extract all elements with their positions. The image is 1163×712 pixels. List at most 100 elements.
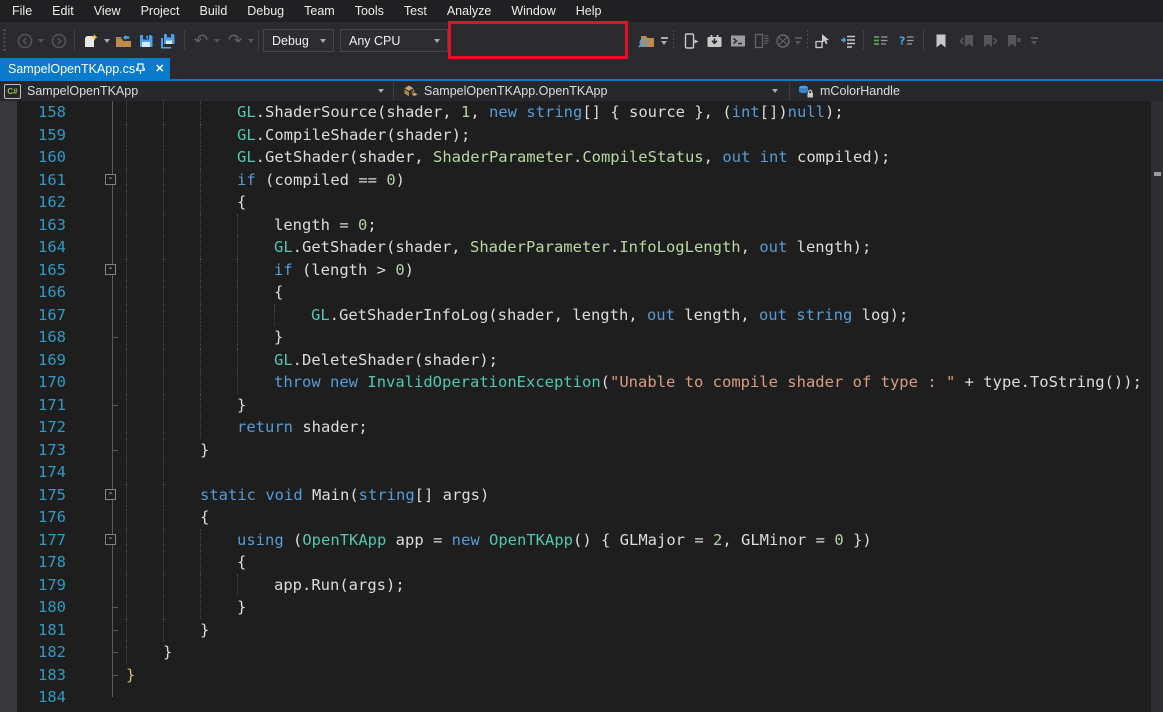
- navigate-backward-dropdown[interactable]: [36, 32, 46, 50]
- uncomment-lines-button[interactable]: ?: [897, 32, 915, 50]
- indent-guide: [126, 326, 128, 349]
- undo-dropdown[interactable]: [212, 32, 222, 50]
- line-number: 159: [18, 124, 66, 147]
- code-line-167[interactable]: 167GL.GetShaderInfoLog(shader, length, o…: [0, 304, 1151, 327]
- fold-toggle[interactable]: -: [105, 264, 116, 275]
- toolbar-overflow-dropdown[interactable]: [1029, 32, 1039, 50]
- code-line-159[interactable]: 159GL.CompileShader(shader);: [0, 124, 1151, 147]
- toolbar-overflow-dropdown[interactable]: [793, 32, 803, 50]
- redo-button[interactable]: ↷: [226, 32, 244, 50]
- code-line-161[interactable]: 161-if (compiled == 0): [0, 169, 1151, 192]
- code-line-170[interactable]: 170throw new InvalidOperationException("…: [0, 371, 1151, 394]
- fold-toggle[interactable]: -: [105, 534, 116, 545]
- type-dropdown[interactable]: SampelOpenTKApp.OpenTKApp: [397, 81, 787, 101]
- find-in-files-button[interactable]: [637, 32, 655, 50]
- menu-item-help[interactable]: Help: [566, 0, 612, 22]
- code-line-184[interactable]: 184: [0, 686, 1151, 709]
- toolbar-separator: [74, 30, 75, 50]
- save-all-button[interactable]: [159, 32, 177, 50]
- chevron-down-icon: [378, 89, 384, 93]
- code-line-158[interactable]: 158GL.ShaderSource(shader, 1, new string…: [0, 101, 1151, 124]
- menu-item-test[interactable]: Test: [394, 0, 437, 22]
- menu-item-view[interactable]: View: [84, 0, 131, 22]
- indent-guide: [126, 439, 128, 462]
- code-line-178[interactable]: 178{: [0, 551, 1151, 574]
- menu-item-edit[interactable]: Edit: [42, 0, 84, 22]
- navigate-forward-button[interactable]: [50, 32, 68, 50]
- solution-configuration-dropdown[interactable]: Debug: [263, 29, 334, 52]
- fold-toggle[interactable]: -: [105, 489, 116, 500]
- web-simulator-button[interactable]: [774, 32, 792, 50]
- indent-guide: [163, 551, 165, 574]
- menu-item-project[interactable]: Project: [131, 0, 190, 22]
- code-text: GL.GetShaderInfoLog(shader, length, out …: [311, 304, 908, 327]
- code-line-175[interactable]: 175-static void Main(string[] args): [0, 484, 1151, 507]
- toggle-bookmark-button[interactable]: [932, 32, 950, 50]
- menu-item-debug[interactable]: Debug: [237, 0, 294, 22]
- close-icon[interactable]: ✕: [155, 62, 164, 75]
- code-line-181[interactable]: 181}: [0, 619, 1151, 642]
- solution-platform-value: Any CPU: [341, 34, 434, 48]
- format-indent-button[interactable]: [839, 32, 857, 50]
- web-simulator-icon: [775, 33, 791, 49]
- code-line-165[interactable]: 165-if (length > 0): [0, 259, 1151, 282]
- indent-guide: [126, 394, 128, 417]
- device-log-button[interactable]: [752, 32, 770, 50]
- menu-item-build[interactable]: Build: [189, 0, 237, 22]
- code-line-172[interactable]: 172return shader;: [0, 416, 1151, 439]
- sdb-terminal-button[interactable]: [729, 32, 747, 50]
- inspect-element-button[interactable]: [814, 32, 832, 50]
- code-line-163[interactable]: 163length = 0;: [0, 214, 1151, 237]
- comment-lines-button[interactable]: [871, 32, 889, 50]
- line-number: 173: [18, 439, 66, 462]
- code-line-179[interactable]: 179app.Run(args);: [0, 574, 1151, 597]
- code-line-166[interactable]: 166{: [0, 281, 1151, 304]
- open-file-button[interactable]: [114, 32, 132, 50]
- navigate-backward-button[interactable]: [16, 32, 34, 50]
- indent-guide: [200, 394, 202, 417]
- code-line-176[interactable]: 176{: [0, 506, 1151, 529]
- member-dropdown[interactable]: mColorHandle: [793, 81, 1163, 101]
- clear-bookmarks-button[interactable]: [1005, 32, 1023, 50]
- toolbar-grip[interactable]: [3, 29, 6, 51]
- code-line-171[interactable]: 171}: [0, 394, 1151, 417]
- code-editor[interactable]: 158GL.ShaderSource(shader, 1, new string…: [0, 101, 1163, 712]
- code-line-182[interactable]: 182}: [0, 641, 1151, 664]
- indent-guide: [126, 574, 128, 597]
- emulator-manager-button[interactable]: [705, 32, 723, 50]
- indent-guide: [163, 281, 165, 304]
- previous-bookmark-button[interactable]: [957, 32, 975, 50]
- redo-dropdown[interactable]: [246, 32, 256, 50]
- menu-item-tools[interactable]: Tools: [345, 0, 394, 22]
- code-area[interactable]: 158GL.ShaderSource(shader, 1, new string…: [0, 101, 1151, 712]
- code-line-180[interactable]: 180}: [0, 596, 1151, 619]
- deploy-to-device-button[interactable]: [681, 32, 699, 50]
- menu-item-team[interactable]: Team: [294, 0, 345, 22]
- code-line-183[interactable]: 183}: [0, 664, 1151, 687]
- toolbar-overflow-dropdown[interactable]: [659, 32, 669, 50]
- code-line-173[interactable]: 173}: [0, 439, 1151, 462]
- fold-toggle[interactable]: -: [105, 174, 116, 185]
- project-dropdown[interactable]: C# SampelOpenTKApp: [0, 81, 392, 101]
- undo-button[interactable]: ↶: [192, 32, 210, 50]
- menu-item-analyze[interactable]: Analyze: [437, 0, 501, 22]
- code-line-162[interactable]: 162{: [0, 191, 1151, 214]
- vertical-scrollbar[interactable]: [1151, 101, 1163, 712]
- code-line-174[interactable]: 174: [0, 461, 1151, 484]
- menu-item-window[interactable]: Window: [501, 0, 565, 22]
- menu-item-file[interactable]: File: [2, 0, 42, 22]
- code-line-160[interactable]: 160GL.GetShader(shader, ShaderParameter.…: [0, 146, 1151, 169]
- solution-platform-dropdown[interactable]: Any CPU: [340, 29, 448, 52]
- new-project-dropdown[interactable]: [102, 32, 112, 50]
- new-project-button[interactable]: [82, 32, 100, 50]
- pin-icon[interactable]: [135, 63, 146, 75]
- indent-guide: [163, 124, 165, 147]
- indent-guide: [163, 236, 165, 259]
- code-line-168[interactable]: 168}: [0, 326, 1151, 349]
- code-line-177[interactable]: 177-using (OpenTKApp app = new OpenTKApp…: [0, 529, 1151, 552]
- code-line-164[interactable]: 164GL.GetShader(shader, ShaderParameter.…: [0, 236, 1151, 259]
- code-line-169[interactable]: 169GL.DeleteShader(shader);: [0, 349, 1151, 372]
- tab-sampelopentkapp[interactable]: SampelOpenTKApp.cs ✕: [0, 58, 170, 79]
- next-bookmark-button[interactable]: [981, 32, 999, 50]
- save-button[interactable]: [137, 32, 155, 50]
